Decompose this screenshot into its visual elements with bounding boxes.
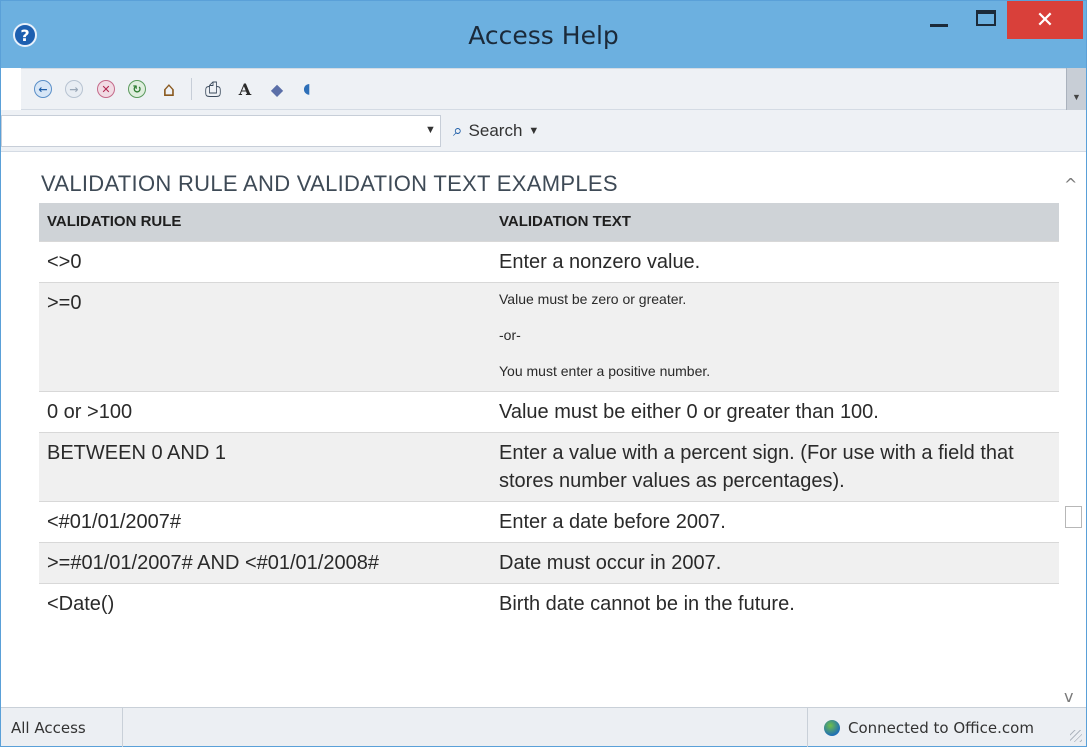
forward-button[interactable]: → — [64, 79, 84, 99]
back-icon: ← — [34, 80, 52, 98]
chevron-down-icon: ▼ — [1072, 92, 1081, 102]
rule-cell: 0 or >100 — [39, 390, 491, 432]
table-row: >=#01/01/2007# AND <#01/01/2008# Date mu… — [39, 541, 1059, 583]
maximize-icon — [976, 10, 996, 26]
rule-cell: <#01/01/2007# — [39, 500, 491, 542]
book-icon[interactable]: ◆ — [267, 79, 287, 99]
forward-icon: → — [65, 80, 83, 98]
back-button[interactable]: ← — [33, 79, 53, 99]
table-row: <Date() Birth date cannot be in the futu… — [39, 582, 1059, 624]
table-row: <>0 Enter a nonzero value. — [39, 240, 1059, 282]
toolbar: ← → ✕ ↻ ⌂ ⎙ A ◆ ◖ — [21, 68, 1066, 110]
scope-selector[interactable]: All Access — [1, 708, 123, 747]
text-cell: Enter a value with a percent sign. (For … — [491, 431, 1059, 501]
globe-icon — [824, 719, 840, 736]
rule-cell: BETWEEN 0 AND 1 — [39, 431, 491, 501]
resize-grip[interactable] — [1070, 730, 1082, 742]
search-input[interactable] — [1, 115, 441, 147]
scroll-up-button[interactable]: ^ — [1064, 175, 1077, 194]
help-window: ? Access Help ✕ ← → ✕ ↻ ⌂ ⎙ A ◆ ◖ ▼ ▼ ⌕ … — [0, 0, 1087, 747]
page-title: VALIDATION RULE AND VALIDATION TEXT EXAM… — [41, 171, 618, 196]
search-bar: ▼ ⌕ Search ▼ — [1, 110, 1086, 152]
text-cell: Birth date cannot be in the future. — [491, 582, 1059, 624]
rule-cell: <>0 — [39, 240, 491, 282]
search-icon: ⌕ — [453, 121, 463, 141]
text-cell: Value must be zero or greater. -or- You … — [491, 281, 1059, 391]
search-button-label: Search — [468, 121, 523, 140]
column-header: VALIDATION RULE — [39, 203, 491, 241]
connection-status-label: Connected to Office.com — [848, 718, 1034, 737]
pin-icon[interactable]: ◖ — [297, 79, 317, 99]
print-icon[interactable]: ⎙ — [203, 77, 223, 101]
refresh-icon: ↻ — [128, 80, 146, 98]
close-button[interactable]: ✕ — [1007, 1, 1083, 39]
text-line: -or- — [499, 326, 521, 343]
scroll-down-button[interactable]: v — [1064, 687, 1073, 706]
text-line: You must enter a positive number. — [499, 362, 711, 379]
rule-cell: <Date() — [39, 582, 491, 624]
rule-cell: >=#01/01/2007# AND <#01/01/2008# — [39, 541, 491, 583]
title-bar: ? Access Help ✕ — [1, 1, 1086, 68]
column-header: VALIDATION TEXT — [491, 203, 1059, 241]
text-cell: Value must be either 0 or greater than 1… — [491, 390, 1059, 432]
table-row: >=0 Value must be zero or greater. -or- … — [39, 281, 1059, 391]
text-line: Value must be zero or greater. — [499, 290, 687, 307]
search-button[interactable]: ⌕ Search ▼ — [453, 117, 539, 145]
status-bar: All Access Connected to Office.com — [1, 707, 1086, 747]
stop-button[interactable]: ✕ — [96, 79, 116, 99]
text-cell: Enter a date before 2007. — [491, 500, 1059, 542]
text-size-icon[interactable]: A — [235, 79, 255, 99]
help-content: VALIDATION RULE AND VALIDATION TEXT EXAM… — [19, 153, 1059, 705]
table-header-row: VALIDATION RULE VALIDATION TEXT — [39, 203, 1059, 241]
text-cell: Enter a nonzero value. — [491, 240, 1059, 282]
maximize-button[interactable] — [963, 1, 1009, 35]
connection-status[interactable]: Connected to Office.com — [807, 708, 1086, 747]
rule-cell: >=0 — [39, 281, 491, 391]
text-cell: Date must occur in 2007. — [491, 541, 1059, 583]
search-dropdown-icon[interactable]: ▼ — [425, 124, 436, 136]
scrollbar-thumb[interactable] — [1065, 506, 1082, 528]
table-row: BETWEEN 0 AND 1 Enter a value with a per… — [39, 431, 1059, 501]
refresh-button[interactable]: ↻ — [127, 79, 147, 99]
stop-icon: ✕ — [97, 80, 115, 98]
table-row: 0 or >100 Value must be either 0 or grea… — [39, 390, 1059, 432]
toolbar-separator — [191, 78, 192, 100]
toolbar-overflow-button[interactable]: ▼ — [1066, 68, 1086, 110]
chevron-down-icon: ▼ — [528, 125, 540, 137]
table-row: <#01/01/2007# Enter a date before 2007. — [39, 500, 1059, 542]
home-icon[interactable]: ⌂ — [159, 77, 179, 101]
validation-table: VALIDATION RULE VALIDATION TEXT <>0 Ente… — [39, 203, 1059, 624]
minimize-button[interactable] — [915, 1, 963, 35]
minimize-icon — [930, 23, 948, 27]
